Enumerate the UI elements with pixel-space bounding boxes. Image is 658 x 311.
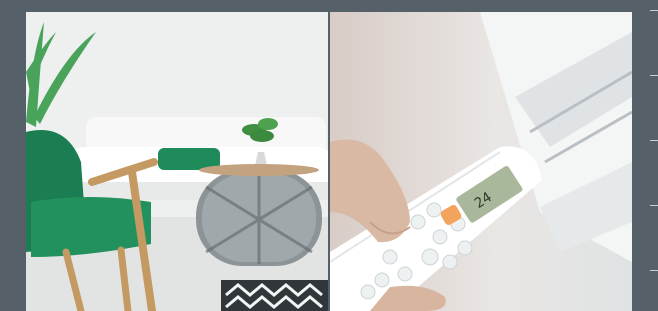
tick-rule bbox=[650, 140, 658, 141]
tick-rule bbox=[650, 75, 658, 76]
wire-table-shape bbox=[196, 164, 322, 266]
rug-shape bbox=[221, 280, 328, 311]
living-room-illustration bbox=[26, 12, 328, 311]
ac-remote-photo: 24 bbox=[330, 12, 632, 311]
tick-rule bbox=[650, 270, 658, 271]
living-room-photo bbox=[26, 12, 328, 311]
tick-rule bbox=[650, 205, 658, 206]
side-tick-rules bbox=[650, 0, 658, 311]
tick-rule bbox=[650, 10, 658, 11]
ac-remote-illustration: 24 bbox=[330, 12, 632, 311]
hero-image-pair: 24 bbox=[26, 12, 632, 311]
